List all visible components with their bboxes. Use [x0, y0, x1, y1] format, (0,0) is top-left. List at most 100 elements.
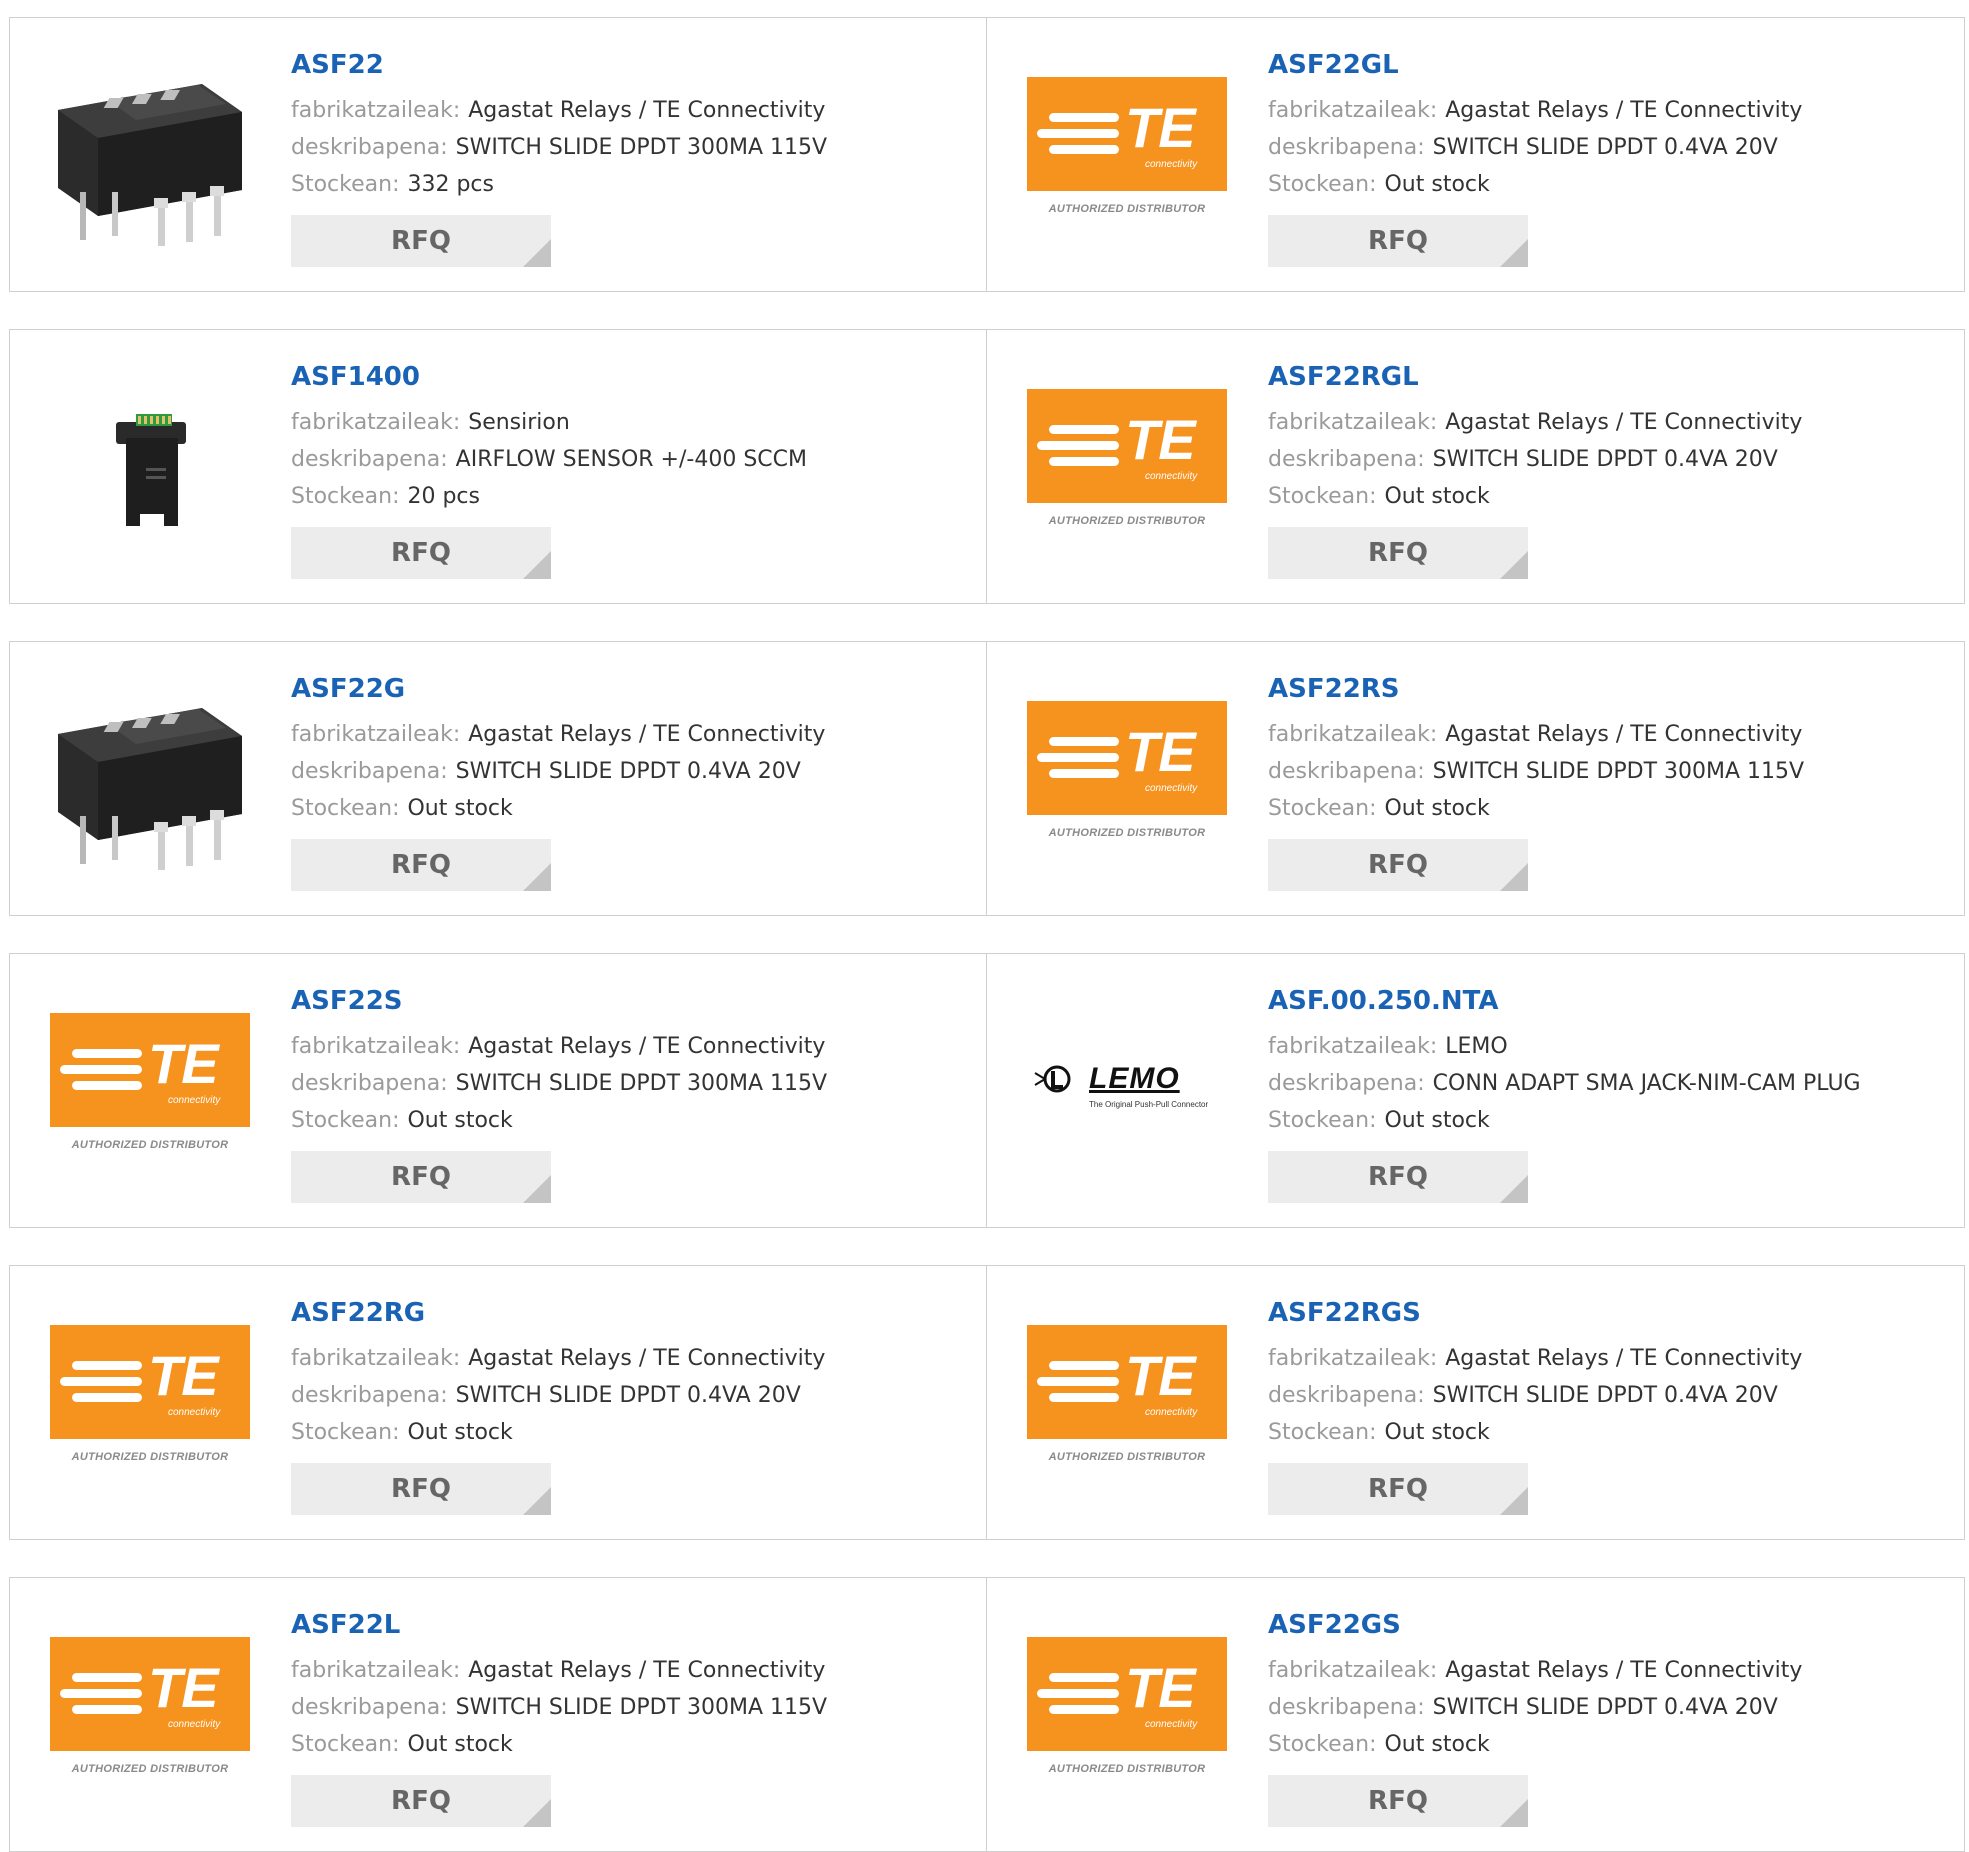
manufacturer-row: fabrikatzaileak: Agastat Relays / TE Conn… — [291, 92, 827, 129]
description-label: deskribapena: — [291, 1695, 448, 1720]
part-number-link[interactable]: ASF22G — [291, 672, 825, 706]
description-value: SWITCH SLIDE DPDT 300MA 115V — [455, 135, 828, 160]
description-label: deskribapena: — [1268, 759, 1425, 784]
description-label: deskribapena: — [291, 759, 448, 784]
product-thumbnail[interactable] — [50, 52, 250, 252]
part-number-link[interactable]: ASF22RG — [291, 1296, 825, 1330]
stock-value: Out stock — [1384, 1420, 1490, 1445]
rfq-button[interactable]: RFQ — [1268, 215, 1528, 267]
manufacturer-label: fabrikatzaileak: — [291, 410, 461, 435]
manufacturer-label: fabrikatzaileak: — [291, 1658, 461, 1683]
description-label: deskribapena: — [1268, 1695, 1425, 1720]
te-logo-word: TE — [1125, 1656, 1196, 1719]
product-card: TE connectivity AUTHORIZED DISTRIBUTOR A… — [987, 1577, 1965, 1852]
description-row: deskribapena: SWITCH SLIDE DPDT 0.4VA 20V — [1268, 441, 1802, 478]
te-connectivity-logo: TE connectivity AUTHORIZED DISTRIBUTOR — [50, 1325, 250, 1475]
te-logo-sub: connectivity — [1145, 1719, 1198, 1730]
product-thumbnail[interactable] — [50, 676, 250, 876]
manufacturer-row: fabrikatzaileak: Agastat Relays / TE Conn… — [291, 1028, 827, 1065]
part-number-link[interactable]: ASF22RGL — [1268, 360, 1802, 394]
description-row: deskribapena: SWITCH SLIDE DPDT 0.4VA 20V — [291, 1377, 825, 1414]
te-logo-sub: connectivity — [168, 1407, 221, 1418]
product-thumbnail[interactable] — [50, 364, 250, 564]
rfq-corner-decoration — [1500, 551, 1528, 579]
rfq-label: RFQ — [1368, 226, 1428, 256]
product-thumbnail[interactable]: TE connectivity AUTHORIZED DISTRIBUTOR — [50, 988, 250, 1188]
product-info: ASF22RGS fabrikatzaileak: Agastat Relays … — [1268, 1296, 1802, 1515]
description-label: deskribapena: — [291, 1071, 448, 1096]
rfq-corner-decoration — [523, 863, 551, 891]
product-thumbnail[interactable]: TE connectivity AUTHORIZED DISTRIBUTOR — [1027, 52, 1227, 252]
rfq-corner-decoration — [1500, 863, 1528, 891]
part-number-link[interactable]: ASF22L — [291, 1608, 827, 1642]
part-number-link[interactable]: ASF22RGS — [1268, 1296, 1802, 1330]
rfq-corner-decoration — [523, 1799, 551, 1827]
product-info: ASF22GL fabrikatzaileak: Agastat Relays /… — [1268, 48, 1802, 267]
product-thumbnail[interactable]: TE connectivity AUTHORIZED DISTRIBUTOR — [1027, 1612, 1227, 1812]
te-logo-sub: connectivity — [1145, 1407, 1198, 1418]
manufacturer-row: fabrikatzaileak: Agastat Relays / TE Conn… — [291, 716, 825, 753]
stock-row: Stockean: Out stock — [1268, 1726, 1802, 1763]
part-number-link[interactable]: ASF22RS — [1268, 672, 1804, 706]
product-card: ASF22G fabrikatzaileak: Agastat Relays / … — [9, 641, 987, 916]
rfq-button[interactable]: RFQ — [291, 1463, 551, 1515]
manufacturer-row: fabrikatzaileak: Agastat Relays / TE Conn… — [1268, 716, 1804, 753]
authorized-distributor-text: AUTHORIZED DISTRIBUTOR — [71, 1763, 229, 1775]
rfq-button[interactable]: RFQ — [291, 839, 551, 891]
rfq-button[interactable]: RFQ — [1268, 1463, 1528, 1515]
rfq-button[interactable]: RFQ — [291, 215, 551, 267]
rfq-corner-decoration — [523, 1175, 551, 1203]
rfq-button[interactable]: RFQ — [1268, 1151, 1528, 1203]
rfq-corner-decoration — [523, 1487, 551, 1515]
stock-value: Out stock — [407, 1732, 513, 1757]
rfq-button[interactable]: RFQ — [1268, 839, 1528, 891]
product-thumbnail[interactable]: TE connectivity AUTHORIZED DISTRIBUTOR — [1027, 364, 1227, 564]
stock-label: Stockean: — [1268, 484, 1377, 509]
rfq-button[interactable]: RFQ — [291, 1151, 551, 1203]
product-thumbnail[interactable]: TE connectivity AUTHORIZED DISTRIBUTOR — [1027, 676, 1227, 876]
te-connectivity-logo: TE connectivity AUTHORIZED DISTRIBUTOR — [50, 1637, 250, 1787]
product-thumbnail[interactable]: LEMO The Original Push-Pull Connector — [1027, 988, 1227, 1188]
rfq-label: RFQ — [391, 538, 451, 568]
description-label: deskribapena: — [1268, 135, 1425, 160]
manufacturer-value: Agastat Relays / TE Connectivity — [1445, 98, 1803, 123]
manufacturer-label: fabrikatzaileak: — [1268, 722, 1438, 747]
rfq-button[interactable]: RFQ — [291, 527, 551, 579]
description-label: deskribapena: — [291, 135, 448, 160]
stock-label: Stockean: — [291, 796, 400, 821]
rfq-button[interactable]: RFQ — [1268, 1775, 1528, 1827]
te-logo-word: TE — [1125, 720, 1196, 783]
rfq-corner-decoration — [1500, 1487, 1528, 1515]
manufacturer-value: Sensirion — [468, 410, 570, 435]
te-logo-sub: connectivity — [1145, 471, 1198, 482]
manufacturer-label: fabrikatzaileak: — [1268, 1034, 1438, 1059]
description-row: deskribapena: CONN ADAPT SMA JACK-NIM-CAM… — [1268, 1065, 1861, 1102]
product-thumbnail[interactable]: TE connectivity AUTHORIZED DISTRIBUTOR — [50, 1300, 250, 1500]
te-connectivity-logo: TE connectivity AUTHORIZED DISTRIBUTOR — [1027, 1325, 1227, 1475]
part-number-link[interactable]: ASF1400 — [291, 360, 807, 394]
product-info: ASF22GS fabrikatzaileak: Agastat Relays /… — [1268, 1608, 1802, 1827]
rfq-button[interactable]: RFQ — [1268, 527, 1528, 579]
lemo-logo-word: LEMO — [1089, 1062, 1180, 1095]
part-number-link[interactable]: ASF.00.250.NTA — [1268, 984, 1861, 1018]
stock-label: Stockean: — [1268, 1732, 1377, 1757]
authorized-distributor-text: AUTHORIZED DISTRIBUTOR — [71, 1451, 229, 1463]
product-card: TE connectivity AUTHORIZED DISTRIBUTOR A… — [987, 641, 1965, 916]
description-value: AIRFLOW SENSOR +/-400 SCCM — [455, 447, 807, 472]
stock-label: Stockean: — [1268, 796, 1377, 821]
stock-row: Stockean: Out stock — [1268, 1414, 1802, 1451]
stock-value: Out stock — [1384, 172, 1490, 197]
part-number-link[interactable]: ASF22GS — [1268, 1608, 1802, 1642]
rfq-label: RFQ — [1368, 1474, 1428, 1504]
product-thumbnail[interactable]: TE connectivity AUTHORIZED DISTRIBUTOR — [1027, 1300, 1227, 1500]
rfq-label: RFQ — [1368, 1162, 1428, 1192]
part-number-link[interactable]: ASF22S — [291, 984, 827, 1018]
authorized-distributor-text: AUTHORIZED DISTRIBUTOR — [1048, 827, 1206, 839]
product-thumbnail[interactable]: TE connectivity AUTHORIZED DISTRIBUTOR — [50, 1612, 250, 1812]
stock-row: Stockean: Out stock — [1268, 478, 1802, 515]
part-number-link[interactable]: ASF22GL — [1268, 48, 1802, 82]
part-number-link[interactable]: ASF22 — [291, 48, 827, 82]
description-label: deskribapena: — [291, 1383, 448, 1408]
rfq-corner-decoration — [1500, 239, 1528, 267]
rfq-button[interactable]: RFQ — [291, 1775, 551, 1827]
